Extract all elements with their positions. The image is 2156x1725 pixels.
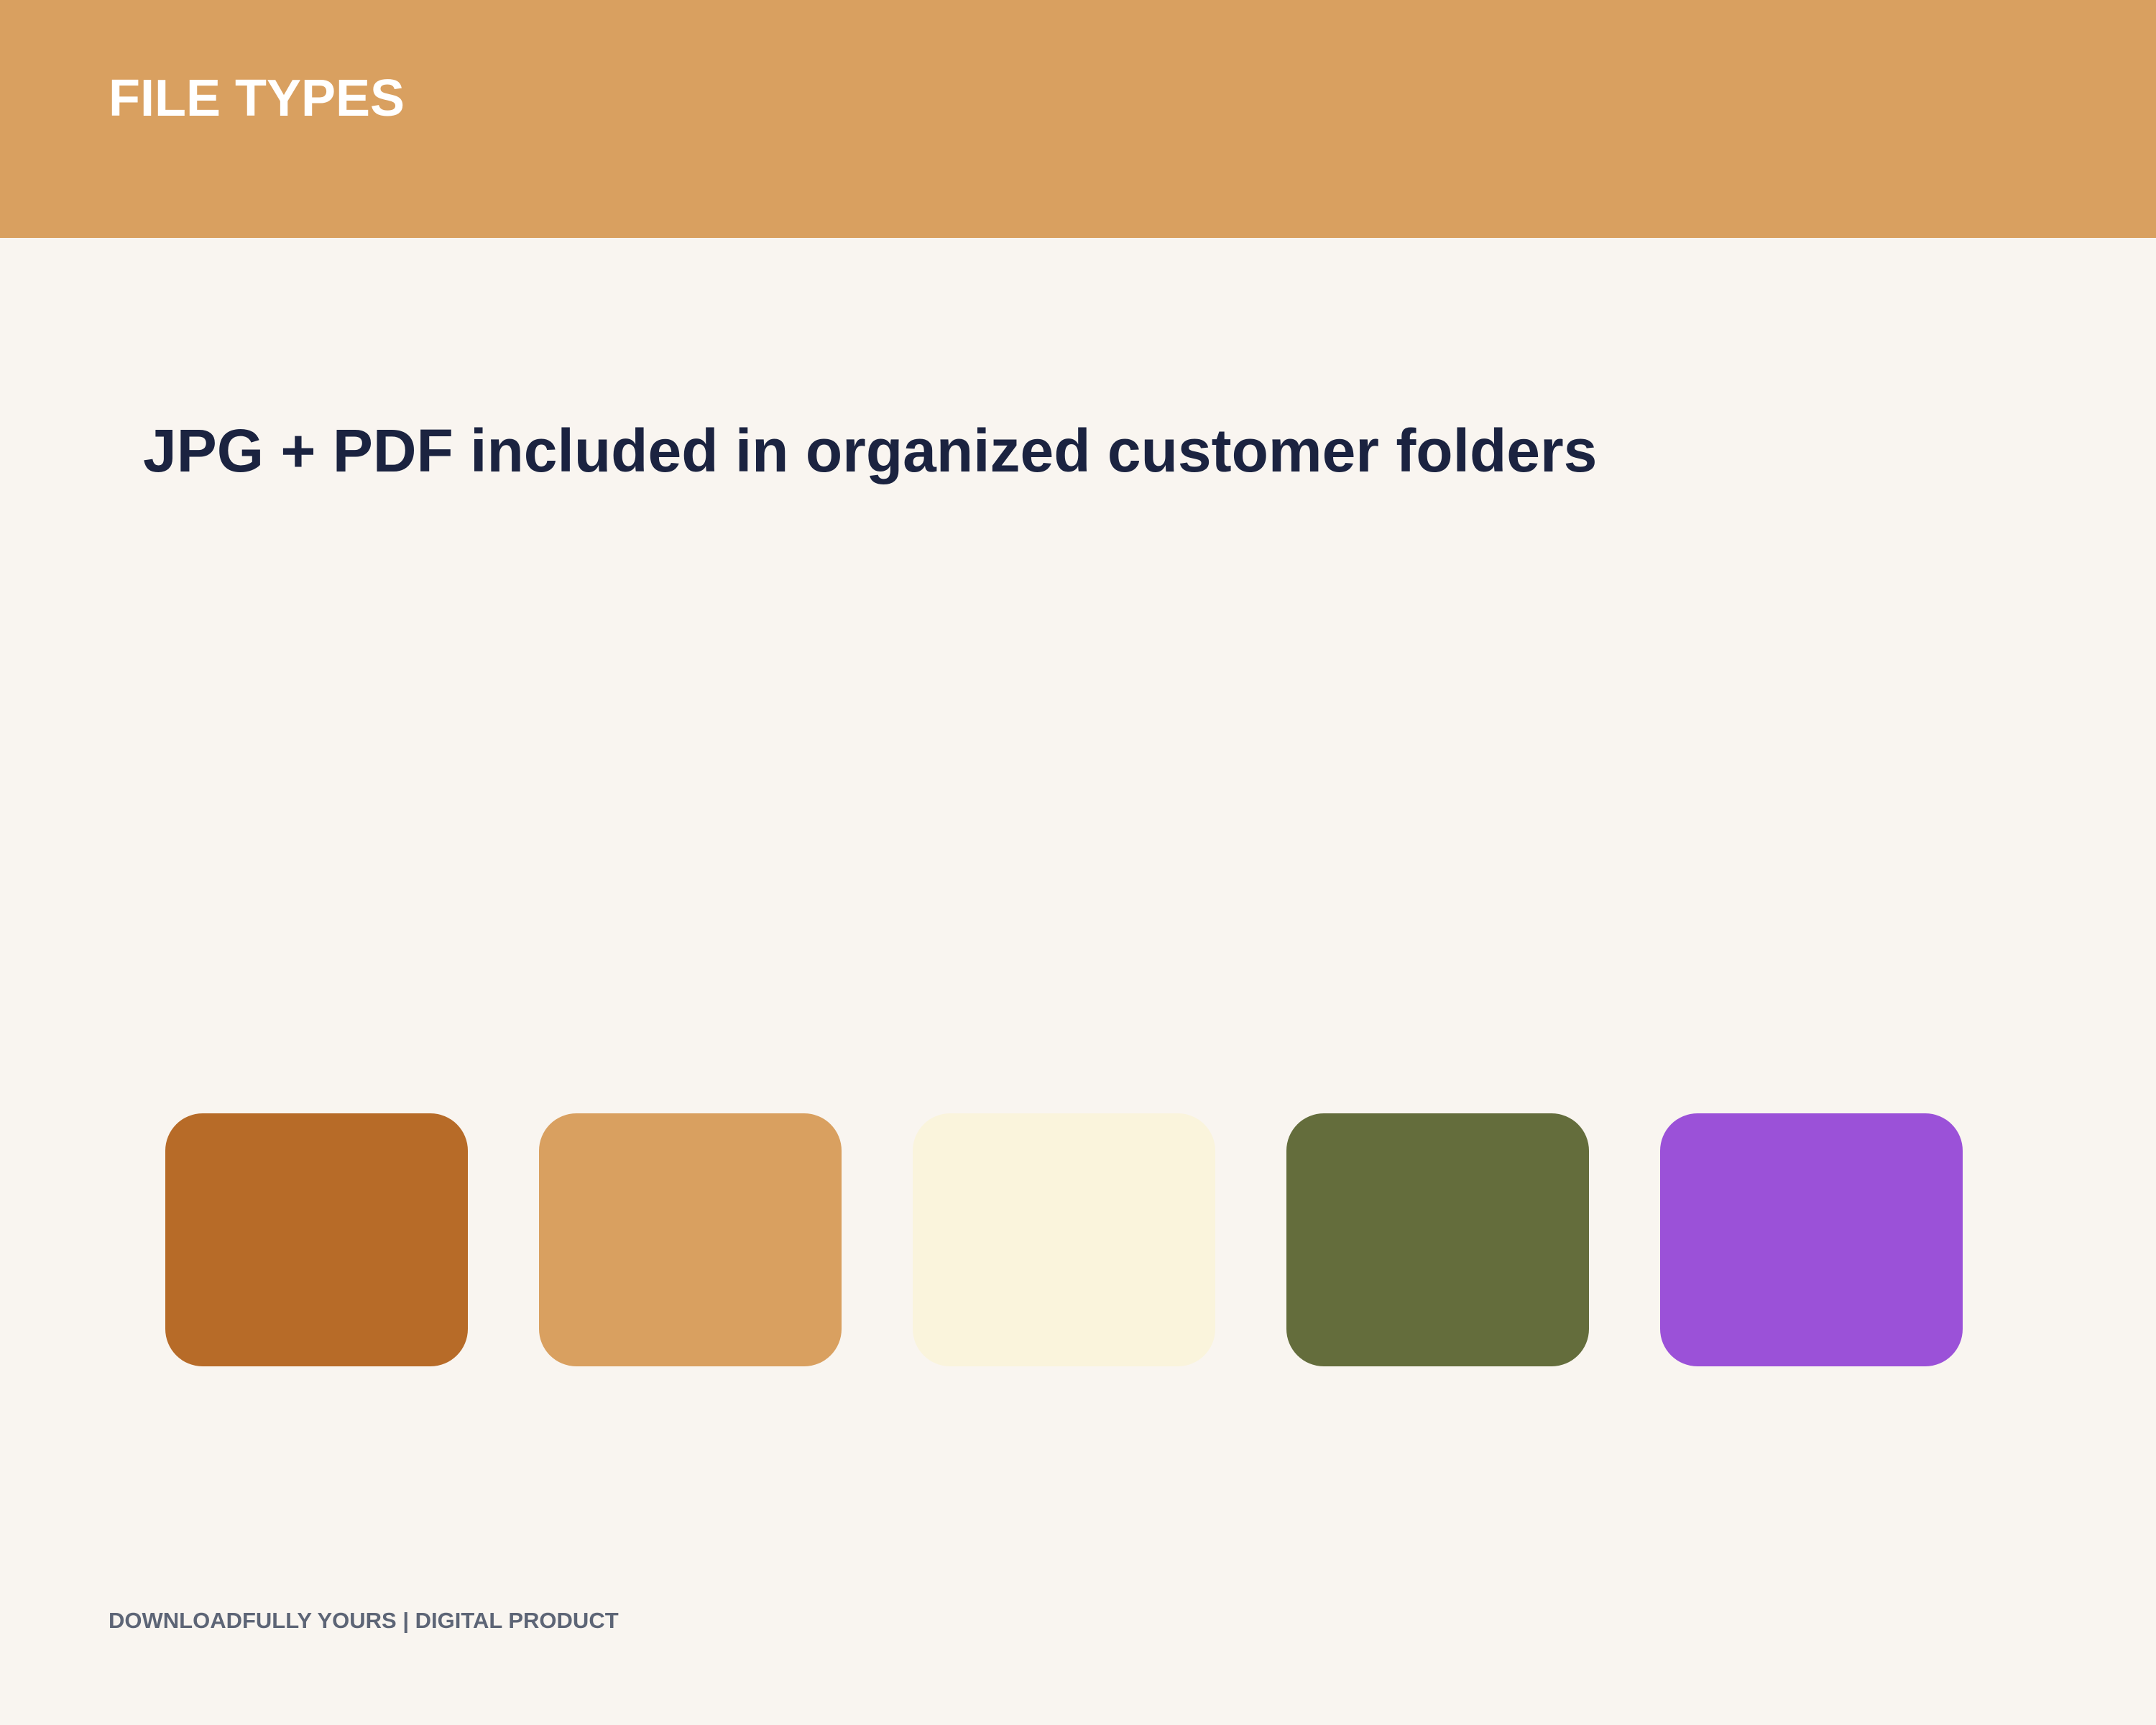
color-swatch-1 [165,1113,468,1366]
header-band: FILE TYPES [0,0,2156,238]
color-swatch-4 [1286,1113,1589,1366]
headline: JPG + PDF included in organized customer… [143,417,1598,484]
color-swatch-5 [1660,1113,1963,1366]
color-swatch-3 [913,1113,1215,1366]
page-title: FILE TYPES [109,70,405,127]
color-swatch-2 [539,1113,842,1366]
footer-brand-text: DOWNLOADFULLY YOURS | DIGITAL PRODUCT [109,1608,619,1633]
color-swatch-row [165,1113,1963,1366]
